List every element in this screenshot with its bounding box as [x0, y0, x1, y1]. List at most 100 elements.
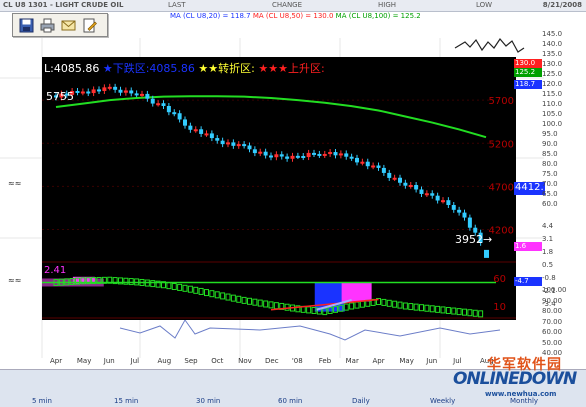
- candle-body: [306, 152, 311, 158]
- email-icon[interactable]: [60, 17, 77, 34]
- candle-body: [247, 145, 252, 150]
- tab-15-min[interactable]: 15 min: [114, 397, 138, 405]
- osc-step: [273, 302, 279, 310]
- month-label: Mar: [345, 357, 359, 365]
- month-label: Apr: [50, 357, 63, 365]
- osc-step: [230, 294, 236, 302]
- price-scale-tick: 135.0: [542, 50, 563, 58]
- print-icon[interactable]: [39, 17, 56, 34]
- candle-body: [215, 138, 220, 141]
- candle-body: [183, 119, 187, 126]
- candle-body: [252, 149, 257, 154]
- osc-step: [472, 309, 478, 317]
- candle-body: [86, 91, 91, 94]
- ma100-text: MA (CL U8,100) = 125.2: [335, 12, 421, 20]
- indicator-badge-1: 1.6: [514, 242, 542, 251]
- price-scale-tick: 60.0: [542, 200, 558, 208]
- price-scale-tick: 100.0: [542, 120, 563, 128]
- osc-step: [392, 300, 398, 308]
- osc-step: [284, 303, 290, 311]
- candle-body: [269, 155, 273, 158]
- price-scale-tick: 65.0: [542, 190, 558, 198]
- osc-step: [445, 306, 451, 314]
- indicator-badge-2: -4.7: [514, 277, 542, 286]
- candle-body: [188, 125, 193, 130]
- month-label: Dec: [265, 357, 279, 365]
- tab-5-min[interactable]: 5 min: [32, 397, 52, 405]
- osc-step: [263, 300, 269, 308]
- month-label: Nov: [238, 357, 252, 365]
- osc-step: [257, 299, 263, 307]
- tab-daily[interactable]: Daily: [352, 397, 370, 405]
- osc-step: [397, 301, 403, 309]
- candle-body: [344, 153, 349, 157]
- change-label: CHANGE: [272, 1, 303, 9]
- osc-step: [440, 306, 446, 314]
- candle-body: [80, 91, 85, 94]
- candle-body: [204, 133, 209, 136]
- osc-step: [467, 309, 473, 317]
- moving-average-line: [55, 95, 487, 139]
- rsi-scale-tick: 100.00: [542, 286, 567, 294]
- osc-step: [241, 296, 247, 304]
- candle-body: [419, 189, 424, 194]
- edit-icon[interactable]: [81, 17, 98, 34]
- osc-y-tick: 60: [493, 274, 506, 285]
- candle-body: [140, 93, 144, 96]
- osc-step: [343, 303, 349, 311]
- candle-body: [75, 90, 80, 93]
- price-scale-tick: 75.0: [542, 170, 558, 178]
- osc-step: [306, 306, 312, 314]
- osc-step: [198, 287, 204, 295]
- month-label: Jun: [103, 357, 115, 365]
- osc-step: [220, 292, 226, 300]
- candle-body: [209, 133, 214, 139]
- ma-legend: MA (CL U8,20) = 118.7 MA (CL U8,50) = 13…: [170, 12, 421, 20]
- candle-body: [312, 152, 316, 155]
- oscillator-chart: 60 10: [42, 264, 516, 320]
- candle-body: [156, 103, 161, 106]
- candle-body: [322, 153, 327, 156]
- candle-body: [381, 167, 386, 173]
- tab-30-min[interactable]: 30 min: [196, 397, 220, 405]
- candle-body: [301, 156, 306, 159]
- price-scale-tick: 115.0: [542, 90, 563, 98]
- candle-body: [226, 142, 230, 145]
- header-value: L:4085.86: [44, 62, 100, 75]
- candle-body: [338, 153, 343, 156]
- oscillator-value: 2.41: [44, 265, 67, 276]
- month-label: Jul: [130, 357, 140, 365]
- candle-body: [113, 86, 118, 90]
- watermark: 华军软件园 ONLINEDOWN www.newhua.com: [451, 352, 581, 402]
- date-label: 8/21/2008: [542, 1, 582, 9]
- osc-step: [128, 278, 134, 286]
- price-scale-tick: 145.0: [542, 30, 563, 38]
- candle-body: [290, 155, 295, 159]
- month-label: Apr: [372, 357, 385, 365]
- candle-body: [355, 157, 359, 163]
- candle-body: [236, 144, 241, 147]
- candle-body: [107, 86, 112, 89]
- save-icon[interactable]: [18, 17, 35, 34]
- month-label: Jun: [426, 357, 438, 365]
- candle-body: [242, 144, 247, 147]
- osc-step: [177, 283, 183, 291]
- price-scale-tick: 95.0: [542, 130, 558, 138]
- candle-body: [371, 165, 376, 168]
- osc-step: [456, 308, 462, 316]
- osc-step: [354, 301, 360, 309]
- candle-body: [424, 193, 429, 196]
- candle-body: [387, 172, 392, 178]
- candle-body: [328, 152, 333, 155]
- osc-step: [359, 300, 365, 308]
- month-label: Oct: [211, 357, 224, 365]
- candle-body: [150, 98, 155, 104]
- tab-60-min[interactable]: 60 min: [278, 397, 302, 405]
- end-arrow: →: [483, 233, 493, 246]
- svg-text:≈≈: ≈≈: [8, 179, 21, 188]
- down-zone-stars: ★: [102, 62, 113, 75]
- candle-body: [451, 205, 456, 210]
- price-scale-tick: 85.0: [542, 150, 558, 158]
- candle-body: [365, 161, 370, 167]
- candle-body: [91, 89, 96, 94]
